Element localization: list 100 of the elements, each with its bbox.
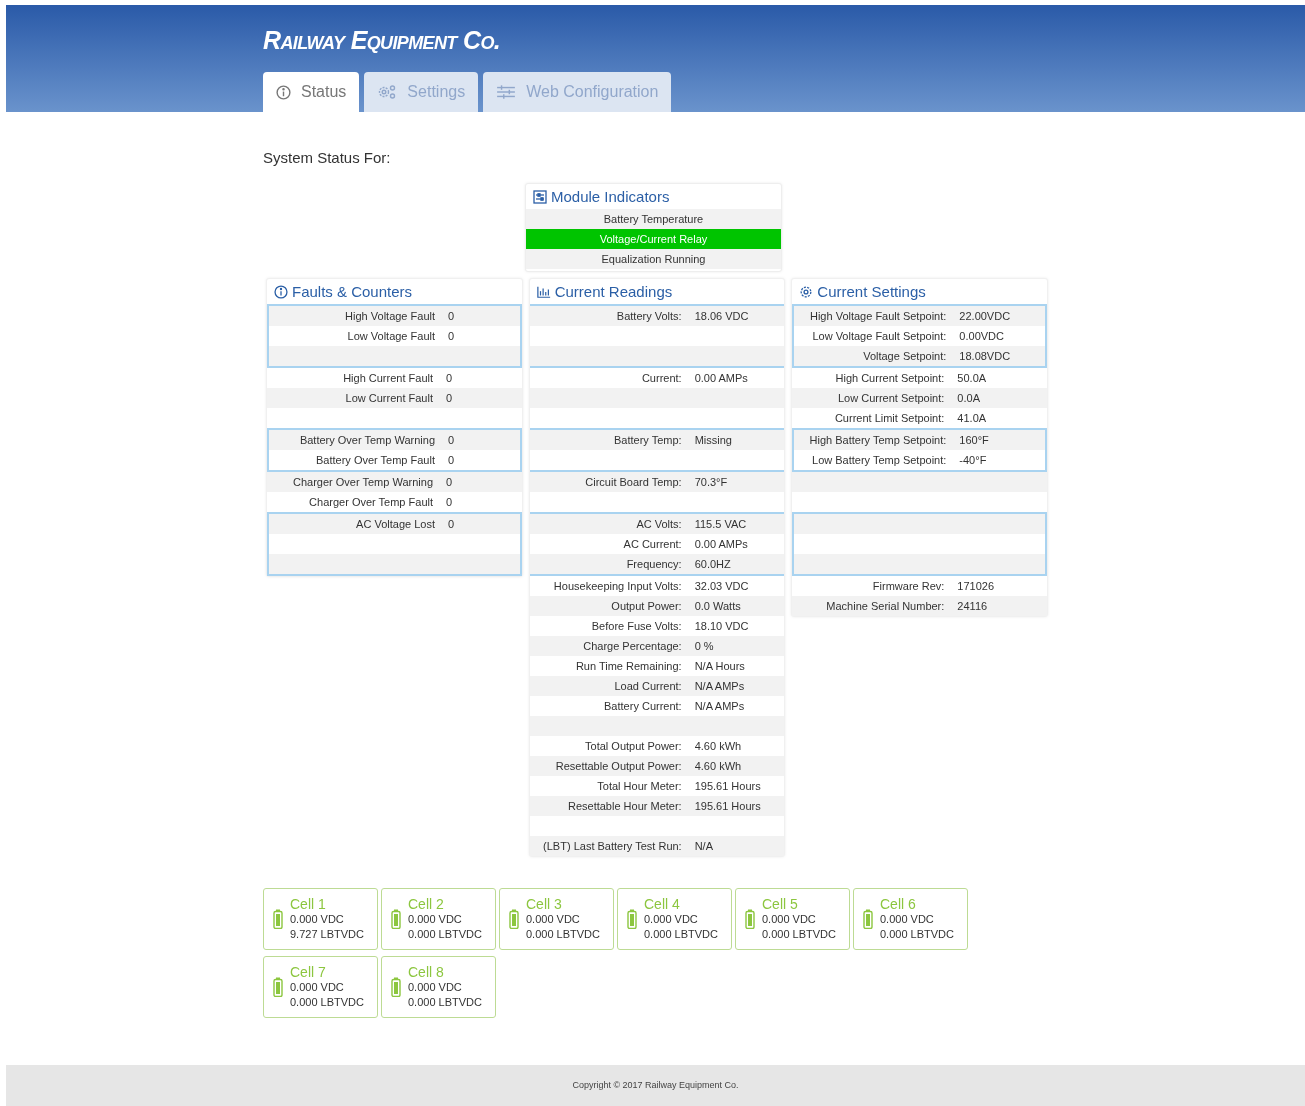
cell-reading: 0.000 LBTVDC — [880, 927, 954, 942]
reading-label: Battery Temp: — [613, 432, 682, 448]
reading-label: Low Current Setpoint: — [836, 390, 945, 406]
reading-label: Machine Serial Number: — [825, 598, 945, 614]
cell-title: Cell 7 — [290, 964, 327, 980]
reading-value: 0.00 AMPs — [694, 536, 748, 552]
panel-title: Module Indicators — [551, 187, 670, 206]
panel-title: Current Settings — [817, 282, 926, 301]
gears-icon — [377, 84, 398, 100]
page-title: System Status For: — [263, 149, 392, 167]
reading-value: 0 — [446, 370, 453, 386]
battery-icon — [863, 909, 873, 929]
cell-reading: 0.000 LBTVDC — [762, 927, 836, 942]
reading-value: 4.60 kWh — [694, 738, 742, 754]
cell-reading: 0.000 LBTVDC — [644, 927, 718, 942]
battery-icon — [273, 977, 283, 997]
reading-value: 195.61 Hours — [694, 778, 761, 794]
reading-label: Voltage Setpoint: — [862, 348, 947, 364]
reading-label: High Voltage Fault — [344, 308, 435, 324]
panel-title: Faults & Counters — [292, 282, 413, 301]
reading-value: 0 — [448, 328, 455, 344]
reading-label: Charger Over Temp Warning — [292, 474, 433, 490]
indicator: Battery Temperature — [526, 209, 781, 229]
tab[interactable]: Settings — [364, 72, 479, 112]
panel-title: Current Readings — [554, 282, 673, 301]
reading-label: Battery Current: — [603, 698, 682, 714]
reading-label: AC Volts: — [635, 516, 682, 532]
cell-reading: 0.000 LBTVDC — [408, 995, 482, 1010]
reading-value: 0 — [448, 452, 455, 468]
reading-value: 18.06 VDC — [694, 308, 749, 324]
reading-value: Missing — [694, 432, 732, 448]
panel-icon — [533, 189, 547, 204]
info-icon — [274, 284, 288, 299]
reading-value: 32.03 VDC — [694, 578, 749, 594]
reading-value: 0 — [448, 432, 455, 448]
reading-label: Battery Over Temp Fault — [315, 452, 435, 468]
reading-value: 22.00VDC — [959, 308, 1011, 324]
battery-icon — [509, 909, 519, 929]
reading-value: 115.5 VAC — [694, 516, 747, 532]
cell-reading: 0.000 VDC — [762, 912, 817, 927]
reading-value: 60.0HZ — [694, 556, 731, 572]
reading-value: 18.08VDC — [959, 348, 1011, 364]
settings-icon — [799, 284, 814, 299]
reading-label: Run Time Remaining: — [574, 658, 682, 674]
reading-value: N/A Hours — [694, 658, 745, 674]
cell-reading: 0.000 LBTVDC — [408, 927, 482, 942]
reading-label: High Current Fault — [342, 370, 433, 386]
cell-title: Cell 2 — [408, 896, 445, 912]
reading-label: Low Voltage Fault — [346, 328, 435, 344]
reading-label: High Voltage Fault Setpoint: — [808, 308, 947, 324]
reading-label: Total Output Power: — [584, 738, 682, 754]
reading-value: 0 — [448, 516, 455, 532]
reading-value: 0 % — [694, 638, 714, 654]
reading-value: 171026 — [957, 578, 995, 594]
cell-title: Cell 5 — [762, 896, 799, 912]
reading-label: Low Voltage Fault Setpoint: — [811, 328, 947, 344]
battery-icon — [391, 909, 401, 929]
reading-value: 0 — [448, 308, 455, 324]
reading-label: High Battery Temp Setpoint: — [808, 432, 947, 448]
cell-reading: 0.000 VDC — [408, 912, 463, 927]
cell-reading: 0.000 VDC — [644, 912, 699, 927]
logo: Railway Equipment Co. — [263, 25, 502, 55]
cell-reading: 0.000 VDC — [290, 980, 345, 995]
reading-label: Charge Percentage: — [582, 638, 682, 654]
cell-title: Cell 8 — [408, 964, 445, 980]
reading-label: AC Current: — [622, 536, 682, 552]
reading-value: 4.60 kWh — [694, 758, 742, 774]
battery-icon — [391, 977, 401, 997]
reading-value: 50.0A — [957, 370, 987, 386]
reading-label: Resettable Output Power: — [554, 758, 682, 774]
reading-label: Output Power: — [610, 598, 682, 614]
reading-value: 24116 — [957, 598, 988, 614]
battery-icon — [745, 909, 755, 929]
tab[interactable]: Status — [263, 72, 360, 112]
battery-icon — [273, 909, 283, 929]
reading-label: AC Voltage Lost — [355, 516, 435, 532]
reading-label: Current Limit Setpoint: — [833, 410, 945, 426]
battery-icon — [627, 909, 637, 929]
sliders-icon — [496, 84, 517, 100]
reading-label: Battery Over Temp Warning — [298, 432, 435, 448]
reading-label: Total Hour Meter: — [596, 778, 682, 794]
indicator: Voltage/Current Relay — [526, 229, 781, 249]
reading-label: Battery Volts: — [615, 308, 682, 324]
reading-label: Before Fuse Volts: — [590, 618, 682, 634]
reading-label: (LBT) Last Battery Test Run: — [542, 838, 682, 854]
reading-value: 195.61 Hours — [694, 798, 761, 814]
reading-label: Frequency: — [625, 556, 682, 572]
reading-value: 18.10 VDC — [694, 618, 749, 634]
reading-label: Firmware Rev: — [871, 578, 945, 594]
cell-title: Cell 6 — [880, 896, 917, 912]
cell-reading: 0.000 LBTVDC — [290, 995, 364, 1010]
reading-label: Charger Over Temp Fault — [308, 494, 433, 510]
bar-chart-icon — [536, 284, 551, 299]
reading-value: 0.0A — [957, 390, 980, 406]
cell-title: Cell 1 — [290, 896, 327, 912]
reading-value: -40°F — [959, 452, 987, 468]
tab[interactable]: Web Configuration — [483, 72, 672, 112]
reading-value: 160°F — [959, 432, 989, 448]
reading-value: 70.3°F — [694, 474, 728, 490]
info-icon — [276, 84, 291, 100]
